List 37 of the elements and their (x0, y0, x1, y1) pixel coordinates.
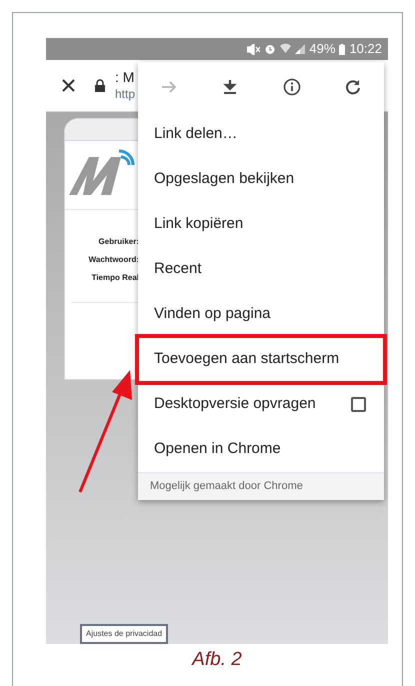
clock-time: 10:22 (349, 40, 382, 58)
menu-footer: Mogelijk gemaakt door Chrome (138, 472, 384, 500)
checkbox[interactable] (351, 397, 366, 412)
menu-item[interactable]: Vinden op pagina (138, 292, 384, 337)
info-icon[interactable] (282, 78, 301, 96)
menu-item[interactable]: Recent (138, 247, 384, 292)
download-icon[interactable] (221, 78, 240, 96)
battery-icon (339, 44, 346, 54)
signal-icon (295, 44, 306, 54)
menu-item[interactable]: Link delen… (138, 112, 384, 157)
menu-item-label: Link kopiëren (154, 214, 244, 234)
page-title: : M (115, 69, 136, 87)
page-url: http (115, 86, 136, 102)
menu-item-label: Recent (154, 259, 202, 280)
menu-item[interactable]: Toevoegen aan startscherm (138, 337, 384, 382)
menu-item-label: Link delen… (154, 124, 238, 144)
menu-item[interactable]: Openen in Chrome (138, 427, 384, 472)
battery-percent: 49% (309, 40, 336, 58)
reload-icon[interactable] (344, 78, 362, 96)
privacy-settings-button[interactable]: Ajustes de privacidad (80, 624, 168, 644)
mute-icon (247, 44, 260, 54)
wifi-icon (280, 43, 292, 55)
field-label: Wachtwoord: (88, 254, 139, 266)
menu-item-label: Desktopversie opvragen (154, 394, 316, 414)
menu-item[interactable]: Link kopiëren (138, 202, 384, 247)
figure-caption: Afb. 2 (190, 648, 243, 672)
alarm-icon (264, 43, 276, 55)
field-label: Gebruiker: (98, 236, 139, 248)
lock-icon (95, 79, 105, 92)
logo-drawing (67, 149, 137, 197)
menu-item-label: Toevoegen aan startscherm (154, 349, 340, 370)
menu-item[interactable]: Opgeslagen bekijken (138, 157, 384, 202)
menu-item-label: Vinden op pagina (154, 304, 270, 324)
menu-item[interactable]: Desktopversie opvragen (138, 382, 384, 427)
menu-item-label: Opgeslagen bekijken (154, 169, 294, 190)
close-icon[interactable] (62, 79, 75, 92)
menu-item-label: Openen in Chrome (154, 439, 281, 460)
